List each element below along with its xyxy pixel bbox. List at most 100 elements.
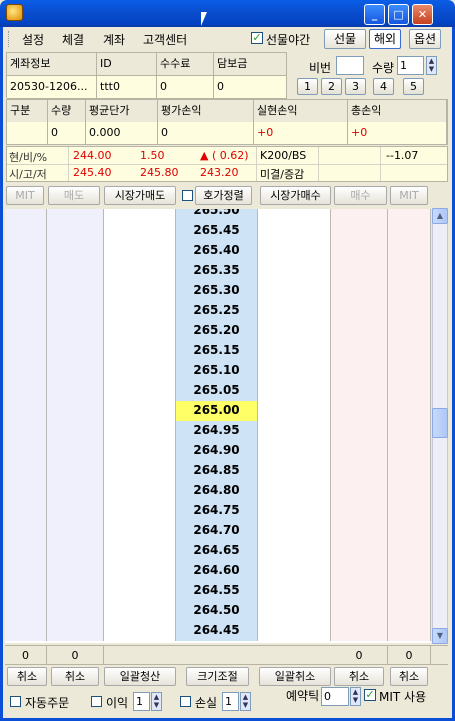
minimize-button[interactable]: _ [364,4,385,25]
buy-order-cell[interactable] [258,209,331,221]
buy-qty-cell[interactable] [331,221,388,241]
resize-button[interactable]: 크기조절 [186,667,249,686]
price-cell[interactable]: 265.40 [176,241,258,261]
mit-sell-cell[interactable] [5,421,47,441]
loss-input[interactable]: 1 [222,692,239,711]
cancel-mit-buy-button[interactable]: 취소 [390,667,428,686]
mit-sell-cell[interactable] [5,441,47,461]
mit-sell-cell[interactable] [5,621,47,641]
market-sell-button[interactable]: 시장가매도 [104,186,176,205]
buy-order-cell[interactable] [258,541,331,561]
qty-spinner[interactable]: ▲ ▼ [426,56,437,75]
sell-order-cell[interactable] [104,601,176,621]
mit-sell-cell[interactable] [5,241,47,261]
menu-fills[interactable]: 체결 [62,31,84,48]
tab-futures[interactable]: 선물 [324,29,366,49]
scroll-up-button[interactable]: ▲ [432,208,448,224]
buy-order-cell[interactable] [258,281,331,301]
mit-sell-cell[interactable] [5,261,47,281]
buy-qty-cell[interactable] [331,341,388,361]
price-cell[interactable]: 265.35 [176,261,258,281]
mit-sell-cell[interactable] [5,521,47,541]
mit-sell-cell[interactable] [5,581,47,601]
mit-buy-cell[interactable] [388,341,431,361]
profit-checkbox[interactable] [91,696,102,707]
buy-order-cell[interactable] [258,301,331,321]
buy-button[interactable]: 매수 [334,186,387,205]
mit-buy-cell[interactable] [388,241,431,261]
menu-settings[interactable]: 설정 [22,31,44,48]
sell-qty-cell[interactable] [47,209,104,221]
sell-qty-cell[interactable] [47,381,104,401]
mit-sell-cell[interactable] [5,461,47,481]
buy-order-cell[interactable] [258,401,331,421]
buy-qty-cell[interactable] [331,521,388,541]
price-cell[interactable]: 265.05 [176,381,258,401]
menu-customer-center[interactable]: 고객센터 [143,31,187,48]
buy-qty-cell[interactable] [331,321,388,341]
sell-qty-cell[interactable] [47,541,104,561]
buy-qty-cell[interactable] [331,481,388,501]
price-cell[interactable]: 265.50 [176,209,258,221]
buy-order-cell[interactable] [258,421,331,441]
market-buy-button[interactable]: 시장가매수 [260,186,331,205]
buy-qty-cell[interactable] [331,381,388,401]
mit-sell-cell[interactable] [5,281,47,301]
buy-qty-cell[interactable] [331,209,388,221]
sell-qty-cell[interactable] [47,361,104,381]
scroll-down-button[interactable]: ▼ [432,628,448,644]
mit-buy-cell[interactable] [388,209,431,221]
mit-buy-cell[interactable] [388,261,431,281]
sell-qty-cell[interactable] [47,561,104,581]
mit-buy-cell[interactable] [388,381,431,401]
buy-order-cell[interactable] [258,581,331,601]
sell-order-cell[interactable] [104,381,176,401]
menu-account[interactable]: 계좌 [103,31,125,48]
price-cell[interactable]: 264.90 [176,441,258,461]
sell-order-cell[interactable] [104,281,176,301]
price-cell[interactable]: 264.75 [176,501,258,521]
price-cell[interactable]: 264.55 [176,581,258,601]
loss-spinner[interactable]: ▲ ▼ [240,692,251,711]
buy-qty-cell[interactable] [331,601,388,621]
mit-use-checkbox[interactable]: ✓ [364,689,376,701]
buy-order-cell[interactable] [258,261,331,281]
qty-preset-1[interactable]: 1 [297,78,318,95]
sell-order-cell[interactable] [104,481,176,501]
buy-order-cell[interactable] [258,361,331,381]
night-checkbox[interactable]: ✓ [251,32,263,44]
liquidate-all-button[interactable]: 일괄청산 [104,667,176,686]
sell-qty-cell[interactable] [47,461,104,481]
sell-order-cell[interactable] [104,541,176,561]
price-cell[interactable]: 265.15 [176,341,258,361]
sell-order-cell[interactable] [104,441,176,461]
profit-spinner[interactable]: ▲ ▼ [151,692,162,711]
sell-qty-cell[interactable] [47,401,104,421]
buy-order-cell[interactable] [258,521,331,541]
sell-qty-cell[interactable] [47,441,104,461]
mit-buy-cell[interactable] [388,421,431,441]
cancel-buy-button[interactable]: 취소 [334,667,384,686]
qty-preset-5[interactable]: 5 [403,78,424,95]
price-cell[interactable]: 264.95 [176,421,258,441]
reserve-tick-input[interactable]: 0 [321,687,349,706]
sell-order-cell[interactable] [104,621,176,641]
buy-order-cell[interactable] [258,441,331,461]
qty-preset-3[interactable]: 3 [345,78,366,95]
sell-order-cell[interactable] [104,361,176,381]
buy-qty-cell[interactable] [331,401,388,421]
price-cell[interactable]: 264.85 [176,461,258,481]
mit-sell-cell[interactable] [5,341,47,361]
sell-order-cell[interactable] [104,421,176,441]
price-cell[interactable]: 264.50 [176,601,258,621]
mit-sell-cell[interactable] [5,601,47,621]
buy-qty-cell[interactable] [331,581,388,601]
sell-qty-cell[interactable] [47,601,104,621]
scroll-thumb[interactable] [432,408,448,438]
buy-qty-cell[interactable] [331,281,388,301]
price-cell[interactable]: 265.45 [176,221,258,241]
sell-qty-cell[interactable] [47,341,104,361]
auto-order-checkbox[interactable] [10,696,21,707]
mit-buy-cell[interactable] [388,461,431,481]
cancel-all-button[interactable]: 일괄취소 [259,667,331,686]
